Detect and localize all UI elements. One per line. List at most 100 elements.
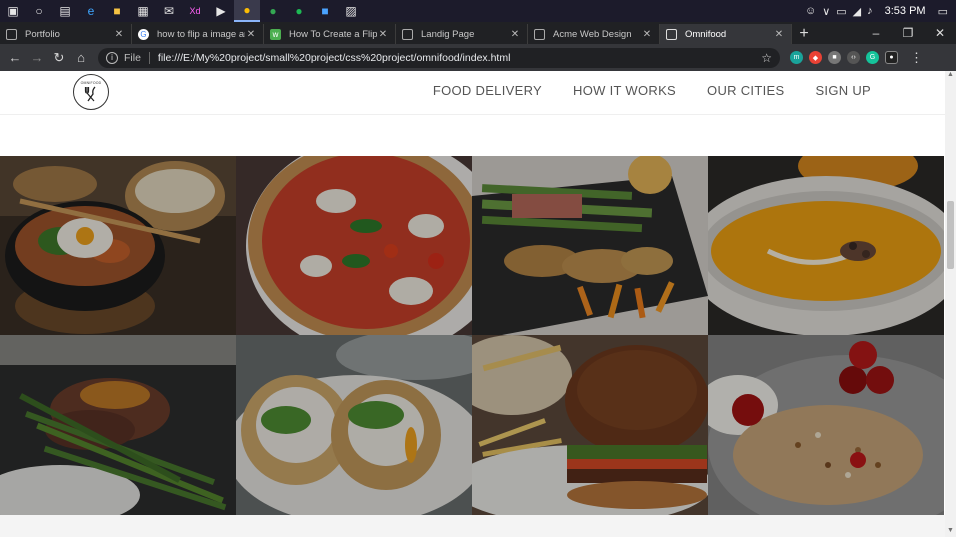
page-icon bbox=[666, 28, 677, 40]
extension-m-icon[interactable]: m bbox=[790, 51, 803, 64]
home-icon[interactable]: ⌂ bbox=[70, 47, 92, 69]
tab-google-search[interactable]: G how to flip a image and ✕ bbox=[132, 24, 264, 44]
meal-photo-steak[interactable] bbox=[0, 335, 236, 515]
address-bar[interactable]: i File file:///E:/My%20project/small%20p… bbox=[98, 47, 780, 68]
meal-photo-pumpkin-soup[interactable] bbox=[708, 156, 944, 335]
chevron-up-icon[interactable]: ∨ bbox=[822, 5, 830, 18]
info-icon[interactable]: i bbox=[106, 51, 118, 64]
nav-sign-up[interactable]: SIGN UP bbox=[815, 83, 871, 98]
minimize-icon[interactable]: – bbox=[860, 22, 892, 44]
terminal-icon[interactable]: ▶ bbox=[208, 0, 234, 22]
tab-label: Omnifood bbox=[685, 28, 727, 40]
tab-acme-web-design[interactable]: Acme Web Design ✕ bbox=[528, 24, 660, 44]
pizza-image bbox=[236, 156, 472, 335]
forward-icon[interactable]: → bbox=[26, 47, 48, 69]
page-icon bbox=[534, 28, 545, 40]
profile-avatar[interactable]: ● bbox=[885, 51, 898, 64]
main-nav: FOOD DELIVERY HOW IT WORKS OUR CITIES SI… bbox=[433, 83, 871, 98]
page-icon bbox=[6, 28, 17, 40]
nav-our-cities[interactable]: OUR CITIES bbox=[707, 83, 784, 98]
store-icon[interactable]: ▦ bbox=[130, 0, 156, 22]
spotify-icon[interactable]: ● bbox=[286, 0, 312, 22]
photos-icon[interactable]: ▨ bbox=[338, 0, 364, 22]
notification-icon[interactable]: ▭ bbox=[938, 5, 948, 18]
tab-landing-page[interactable]: Landig Page ✕ bbox=[396, 24, 528, 44]
tab-label: Landig Page bbox=[421, 28, 475, 40]
window-controls: – ❐ ✕ bbox=[860, 22, 956, 44]
page-scrollbar[interactable]: ▲ ▼ bbox=[945, 71, 956, 537]
scroll-down-icon[interactable]: ▼ bbox=[945, 527, 956, 537]
meals-gallery bbox=[0, 156, 945, 515]
reload-icon[interactable]: ↻ bbox=[48, 47, 70, 69]
scheme-label: File bbox=[124, 51, 141, 64]
extension-camera-icon[interactable]: ■ bbox=[828, 51, 841, 64]
task-view-icon[interactable]: ▤ bbox=[52, 0, 78, 22]
chrome-icon[interactable]: ● bbox=[234, 0, 260, 22]
close-icon[interactable]: ✕ bbox=[377, 29, 389, 40]
granola-image bbox=[708, 335, 944, 515]
clock[interactable]: 3:53 PM bbox=[885, 5, 926, 17]
fork-knife-icon bbox=[84, 86, 96, 102]
page-icon bbox=[402, 28, 413, 40]
meal-photo-granola[interactable] bbox=[708, 335, 944, 515]
meal-photo-bibimbap[interactable] bbox=[0, 156, 236, 335]
tab-label: How To Create a Flip C bbox=[289, 28, 377, 40]
file-explorer-icon[interactable]: ■ bbox=[104, 0, 130, 22]
battery-icon[interactable]: ▭ bbox=[836, 5, 846, 18]
chrome-menu-icon[interactable]: ⋮ bbox=[910, 50, 923, 66]
close-icon[interactable]: ✕ bbox=[113, 29, 125, 40]
system-tray: ☺ ∨ ▭ ◢ ♪ 3:53 PM ▭ bbox=[805, 5, 956, 18]
search-icon[interactable]: ○ bbox=[26, 0, 52, 22]
pumpkin-soup-image bbox=[708, 156, 944, 335]
meal-photo-burger[interactable] bbox=[472, 335, 708, 515]
close-icon[interactable]: ✕ bbox=[641, 29, 653, 40]
page-viewport: OMNIFOOD FOOD DELIVERY HOW IT WORKS OUR … bbox=[0, 71, 945, 537]
extension-grammarly-icon[interactable]: G bbox=[866, 51, 879, 64]
bookmark-star-icon[interactable]: ☆ bbox=[761, 51, 772, 65]
w3-icon: w bbox=[270, 28, 281, 40]
meal-photo-chicken-asparagus[interactable] bbox=[472, 156, 708, 335]
restore-icon[interactable]: ❐ bbox=[892, 22, 924, 44]
back-icon[interactable]: ← bbox=[4, 47, 26, 69]
wrap-image bbox=[236, 335, 472, 515]
google-icon: G bbox=[138, 28, 149, 40]
meal-photo-pizza[interactable] bbox=[236, 156, 472, 335]
close-icon[interactable]: ✕ bbox=[773, 29, 785, 40]
meal-photo-wrap[interactable] bbox=[236, 335, 472, 515]
nav-food-delivery[interactable]: FOOD DELIVERY bbox=[433, 83, 542, 98]
browser-tab-strip: Portfolio ✕ G how to flip a image and ✕ … bbox=[0, 22, 956, 44]
burger-image bbox=[472, 335, 708, 515]
xd-icon[interactable]: Xd bbox=[182, 0, 208, 22]
wifi-icon[interactable]: ◢ bbox=[853, 5, 861, 18]
browser-icon[interactable]: ● bbox=[260, 0, 286, 22]
tab-label: how to flip a image and bbox=[157, 28, 245, 40]
browser-toolbar: ← → ↻ ⌂ i File file:///E:/My%20project/s… bbox=[0, 44, 956, 71]
bibimbap-image bbox=[0, 156, 236, 335]
extension-shield-icon[interactable]: ◆ bbox=[809, 51, 822, 64]
close-icon[interactable]: ✕ bbox=[509, 29, 521, 40]
remote-desktop-icon[interactable]: ■ bbox=[312, 0, 338, 22]
nav-how-it-works[interactable]: HOW IT WORKS bbox=[573, 83, 676, 98]
windows-taskbar: ▣ ○ ▤ e ■ ▦ ✉ Xd ▶ ● ● ● ■ ▨ ☺ ∨ ▭ ◢ ♪ 3… bbox=[0, 0, 956, 22]
scroll-up-icon[interactable]: ▲ bbox=[945, 71, 956, 81]
tab-portfolio[interactable]: Portfolio ✕ bbox=[0, 24, 132, 44]
tab-label: Portfolio bbox=[25, 28, 60, 40]
mail-icon[interactable]: ✉ bbox=[156, 0, 182, 22]
scrollbar-thumb[interactable] bbox=[947, 201, 954, 269]
new-tab-button[interactable]: + bbox=[792, 24, 816, 44]
edge-icon[interactable]: e bbox=[78, 0, 104, 22]
omnifood-logo[interactable]: OMNIFOOD bbox=[73, 74, 109, 110]
people-icon[interactable]: ☺ bbox=[805, 5, 816, 17]
extension-code-icon[interactable]: ‹› bbox=[847, 51, 860, 64]
close-window-icon[interactable]: ✕ bbox=[924, 22, 956, 44]
close-icon[interactable]: ✕ bbox=[245, 29, 257, 40]
tab-w3schools[interactable]: w How To Create a Flip C ✕ bbox=[264, 24, 396, 44]
extensions: m ◆ ■ ‹› G ● ⋮ bbox=[790, 50, 923, 66]
next-section-edge bbox=[0, 515, 945, 537]
steak-image bbox=[0, 335, 236, 515]
windows-start-icon[interactable]: ▣ bbox=[0, 0, 26, 22]
divider bbox=[148, 51, 150, 64]
tab-omnifood[interactable]: Omnifood ✕ bbox=[660, 24, 792, 44]
volume-icon[interactable]: ♪ bbox=[867, 5, 873, 17]
url-text[interactable]: file:///E:/My%20project/small%20project/… bbox=[158, 52, 761, 64]
